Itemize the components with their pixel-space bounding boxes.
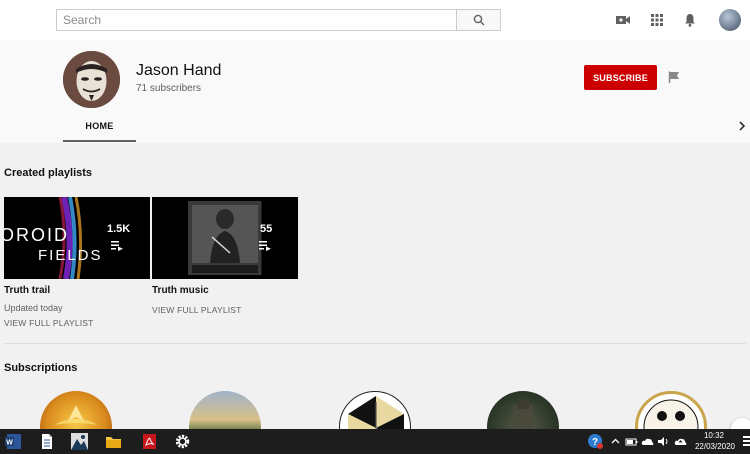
channel-avatar[interactable] (63, 51, 120, 108)
playlist-updated: Updated today (4, 303, 63, 313)
playlist-count-overlay (261, 197, 298, 279)
cloud-upload-icon[interactable] (674, 435, 687, 448)
chevron-right-icon[interactable] (737, 120, 747, 132)
file-explorer-icon[interactable] (105, 433, 122, 450)
photo-app-icon[interactable] (71, 433, 88, 450)
playlist-count-overlay (113, 197, 150, 279)
taskbar-clock-time[interactable]: 10:32 (699, 431, 729, 440)
view-full-playlist-link[interactable]: VIEW FULL PLAYLIST (152, 305, 242, 315)
create-video-icon[interactable] (614, 11, 632, 29)
playlist-video-count: 55 (260, 223, 273, 235)
playlist-title[interactable]: Truth trail (4, 285, 50, 296)
search-button[interactable] (456, 9, 501, 31)
section-title-subscriptions: Subscriptions (4, 362, 78, 374)
playlist-video-count: 1.5K (107, 223, 131, 235)
search-input[interactable] (56, 9, 456, 31)
thumb-text-line-2: FIELDS (38, 247, 103, 264)
playlist-thumbnail-truth-music[interactable]: 55 (152, 197, 298, 279)
apps-grid-icon[interactable] (648, 11, 666, 29)
playlist-thumbnail-truth-trail[interactable]: OROID FIELDS 1.5K (4, 197, 150, 279)
tab-home[interactable]: HOME (63, 114, 136, 142)
cloud-icon[interactable] (641, 435, 654, 448)
thumb-text-line-1: OROID (4, 225, 69, 245)
channel-header: Jason Hand 71 subscribers SUBSCRIBE HOME (0, 40, 750, 143)
svg-text:W: W (6, 440, 13, 447)
action-center-icon[interactable] (743, 436, 750, 447)
taskbar: W ? 10:32 22/03/2020 (0, 429, 750, 454)
channel-name: Jason Hand (136, 62, 222, 79)
section-divider (4, 343, 746, 344)
playlist-icon (259, 241, 271, 251)
battery-icon[interactable] (625, 435, 638, 448)
subscriber-count: 71 subscribers (136, 83, 202, 94)
document-icon[interactable] (38, 433, 55, 450)
word-icon[interactable]: W (5, 433, 22, 450)
search-icon (473, 14, 484, 26)
playlist-icon (111, 241, 123, 251)
volume-icon[interactable] (657, 435, 670, 448)
playlist-title[interactable]: Truth music (152, 285, 209, 296)
section-title-playlists: Created playlists (4, 167, 93, 179)
settings-gear-icon[interactable] (174, 433, 191, 450)
flag-icon[interactable] (668, 71, 680, 83)
help-icon[interactable]: ? (587, 433, 603, 449)
subscribe-button[interactable]: SUBSCRIBE (584, 65, 657, 90)
chevron-up-icon[interactable] (609, 435, 622, 448)
account-avatar[interactable] (719, 9, 741, 31)
view-full-playlist-link[interactable]: VIEW FULL PLAYLIST (4, 318, 94, 328)
pdf-reader-icon[interactable] (141, 433, 158, 450)
masthead (0, 0, 750, 40)
taskbar-clock-date[interactable]: 22/03/2020 (694, 442, 736, 451)
notifications-bell-icon[interactable] (681, 11, 699, 29)
